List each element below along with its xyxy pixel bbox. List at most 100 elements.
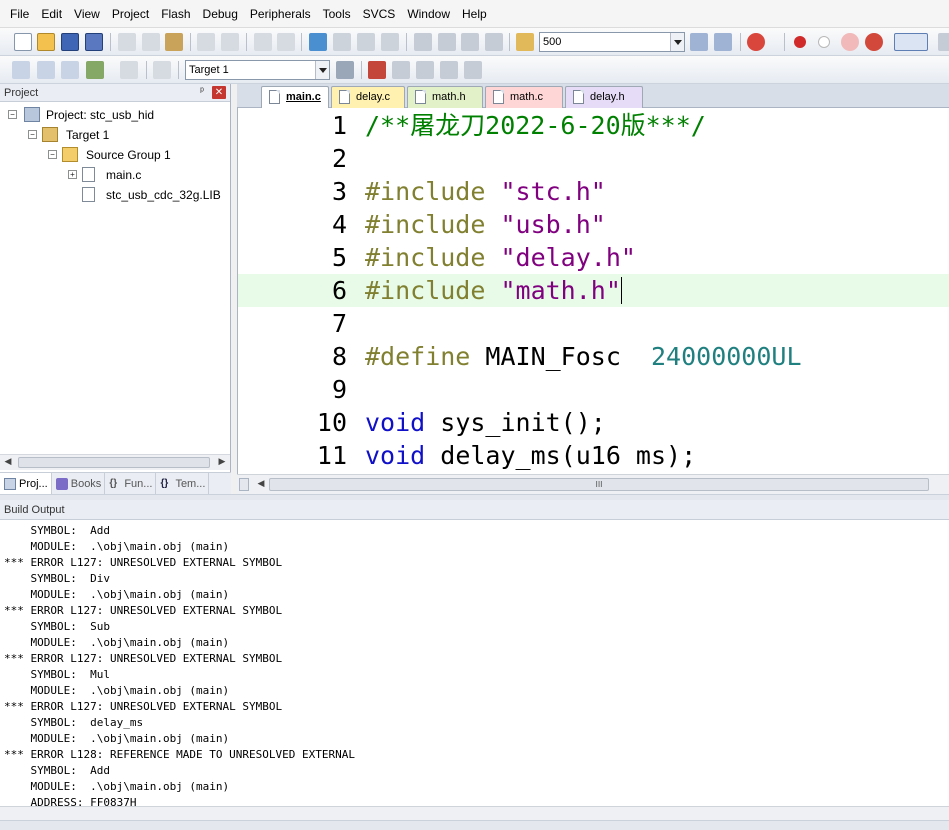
window-layout-icon[interactable] bbox=[894, 33, 928, 51]
build-icon[interactable] bbox=[37, 61, 55, 79]
code-line[interactable]: 10 void sys_init(); bbox=[238, 406, 949, 439]
code-line[interactable]: 6 #include "math.h" bbox=[238, 274, 949, 307]
batch-build-icon[interactable] bbox=[86, 61, 104, 79]
collapse-icon[interactable]: − bbox=[28, 130, 37, 139]
split-handle[interactable] bbox=[239, 478, 249, 491]
bookmark-icon[interactable] bbox=[309, 33, 327, 51]
scroll-left-icon[interactable]: ◀ bbox=[253, 477, 269, 492]
code-line[interactable]: 11 void delay_ms(u16 ms); bbox=[238, 439, 949, 472]
project-hscroll[interactable]: ◀ ▶ bbox=[0, 454, 230, 470]
indent-icon[interactable] bbox=[414, 33, 432, 51]
code-line[interactable]: 3 #include "stc.h" bbox=[238, 175, 949, 208]
scroll-left-icon[interactable]: ◀ bbox=[0, 455, 16, 470]
find-icon[interactable] bbox=[690, 33, 708, 51]
editor-tab[interactable]: delay.h bbox=[565, 86, 643, 108]
breakpoint-icon[interactable] bbox=[794, 36, 806, 48]
code-line[interactable]: 5 #include "delay.h" bbox=[238, 241, 949, 274]
code-line[interactable]: 8 #define MAIN_Fosc 24000000UL bbox=[238, 340, 949, 373]
prev-bookmark-icon[interactable] bbox=[333, 33, 351, 51]
clear-breakpoints-icon[interactable] bbox=[841, 33, 859, 51]
tab-books[interactable]: Books bbox=[52, 473, 106, 494]
find-in-files-icon[interactable] bbox=[516, 33, 534, 51]
build-output-hscroll[interactable] bbox=[0, 806, 949, 820]
save-icon[interactable] bbox=[61, 33, 79, 51]
code-line[interactable]: 7 bbox=[238, 307, 949, 340]
stop-build-icon[interactable] bbox=[120, 61, 138, 79]
nav-back-icon[interactable] bbox=[254, 33, 272, 51]
collapse-icon[interactable]: − bbox=[8, 110, 17, 119]
code-line[interactable]: 4 #include "usb.h" bbox=[238, 208, 949, 241]
tab-templates-label: Tem... bbox=[175, 477, 206, 490]
select-packs-icon[interactable] bbox=[416, 61, 434, 79]
menu-debug[interactable]: Debug bbox=[197, 4, 244, 24]
open-folder-icon[interactable] bbox=[37, 33, 55, 51]
new-file-icon[interactable] bbox=[14, 33, 32, 51]
toolbar-separator bbox=[784, 33, 785, 51]
chevron-down-icon[interactable] bbox=[315, 61, 329, 79]
uncomment-icon[interactable] bbox=[485, 33, 503, 51]
tab-project[interactable]: Proj... bbox=[0, 473, 52, 494]
chevron-down-icon[interactable] bbox=[670, 33, 684, 51]
undo-icon[interactable] bbox=[197, 33, 215, 51]
menu-flash[interactable]: Flash bbox=[155, 4, 196, 24]
menu-file[interactable]: File bbox=[4, 4, 35, 24]
menu-view[interactable]: View bbox=[68, 4, 106, 24]
target-select[interactable]: Target 1 bbox=[185, 60, 330, 80]
redo-icon[interactable] bbox=[221, 33, 239, 51]
kill-breakpoints-icon[interactable] bbox=[865, 33, 883, 51]
scroll-thumb[interactable]: III bbox=[269, 478, 929, 491]
editor-tab[interactable]: main.c bbox=[261, 86, 329, 109]
menu-peripherals[interactable]: Peripherals bbox=[244, 4, 317, 24]
configure-icon[interactable] bbox=[938, 33, 949, 51]
save-all-icon[interactable] bbox=[85, 33, 103, 51]
menu-tools[interactable]: Tools bbox=[317, 4, 357, 24]
comment-icon[interactable] bbox=[461, 33, 479, 51]
editor-hscroll[interactable]: ◀ III bbox=[237, 474, 949, 494]
build-output-panel[interactable]: SYMBOL: Add MODULE: .\obj\main.obj (main… bbox=[0, 520, 949, 806]
nav-forward-icon[interactable] bbox=[277, 33, 295, 51]
expand-icon[interactable]: + bbox=[68, 170, 77, 179]
code-line[interactable]: 1 /**屠龙刀2022-6-20版***/ bbox=[238, 109, 949, 142]
scroll-thumb[interactable] bbox=[18, 457, 210, 468]
close-icon[interactable]: ✕ bbox=[212, 86, 226, 99]
editor-tab[interactable]: math.c bbox=[485, 86, 563, 108]
disable-breakpoint-icon[interactable] bbox=[818, 36, 830, 48]
code-editor[interactable]: 1/**屠龙刀2022-6-20版***/2 3 #include "stc.h" 4… bbox=[237, 108, 949, 474]
download-icon[interactable] bbox=[153, 61, 171, 79]
editor-tab[interactable]: delay.c bbox=[331, 86, 405, 108]
manage-components-icon[interactable] bbox=[368, 61, 386, 79]
cut-icon[interactable] bbox=[118, 33, 136, 51]
editor-tab[interactable]: math.h bbox=[407, 86, 483, 108]
build-output-header: Build Output bbox=[0, 500, 949, 520]
translate-icon[interactable] bbox=[12, 61, 30, 79]
collapse-icon[interactable]: − bbox=[48, 150, 57, 159]
file-extensions-icon[interactable] bbox=[392, 61, 410, 79]
tree-file-label: main.c bbox=[106, 168, 142, 182]
scroll-right-icon[interactable]: ▶ bbox=[214, 455, 230, 470]
rebuild-icon[interactable] bbox=[61, 61, 79, 79]
menu-window[interactable]: Window bbox=[401, 4, 456, 24]
code-line[interactable]: 9 bbox=[238, 373, 949, 406]
debug-session-icon[interactable] bbox=[747, 33, 765, 51]
tab-templates[interactable]: {} Tem... bbox=[156, 473, 210, 494]
paste-icon[interactable] bbox=[165, 33, 183, 51]
clear-bookmarks-icon[interactable] bbox=[381, 33, 399, 51]
tab-functions[interactable]: {} Fun... bbox=[105, 473, 157, 494]
incremental-find-icon[interactable] bbox=[714, 33, 732, 51]
menu-project[interactable]: Project bbox=[106, 4, 155, 24]
manage-rte-icon[interactable] bbox=[440, 61, 458, 79]
target-options-icon[interactable] bbox=[336, 61, 354, 79]
pack-installer-icon[interactable] bbox=[464, 61, 482, 79]
pin-icon[interactable]: ᵖ bbox=[196, 86, 208, 98]
find-combo[interactable]: 500 bbox=[539, 32, 685, 52]
output-line: SYMBOL: Mul bbox=[4, 668, 110, 681]
code-line[interactable]: 2 bbox=[238, 142, 949, 175]
copy-icon[interactable] bbox=[142, 33, 160, 51]
file-icon bbox=[339, 90, 350, 104]
unindent-icon[interactable] bbox=[438, 33, 456, 51]
next-bookmark-icon[interactable] bbox=[357, 33, 375, 51]
menu-edit[interactable]: Edit bbox=[35, 4, 68, 24]
menu-help[interactable]: Help bbox=[456, 4, 493, 24]
output-line: SYMBOL: Sub bbox=[4, 620, 110, 633]
menu-svcs[interactable]: SVCS bbox=[357, 4, 402, 24]
